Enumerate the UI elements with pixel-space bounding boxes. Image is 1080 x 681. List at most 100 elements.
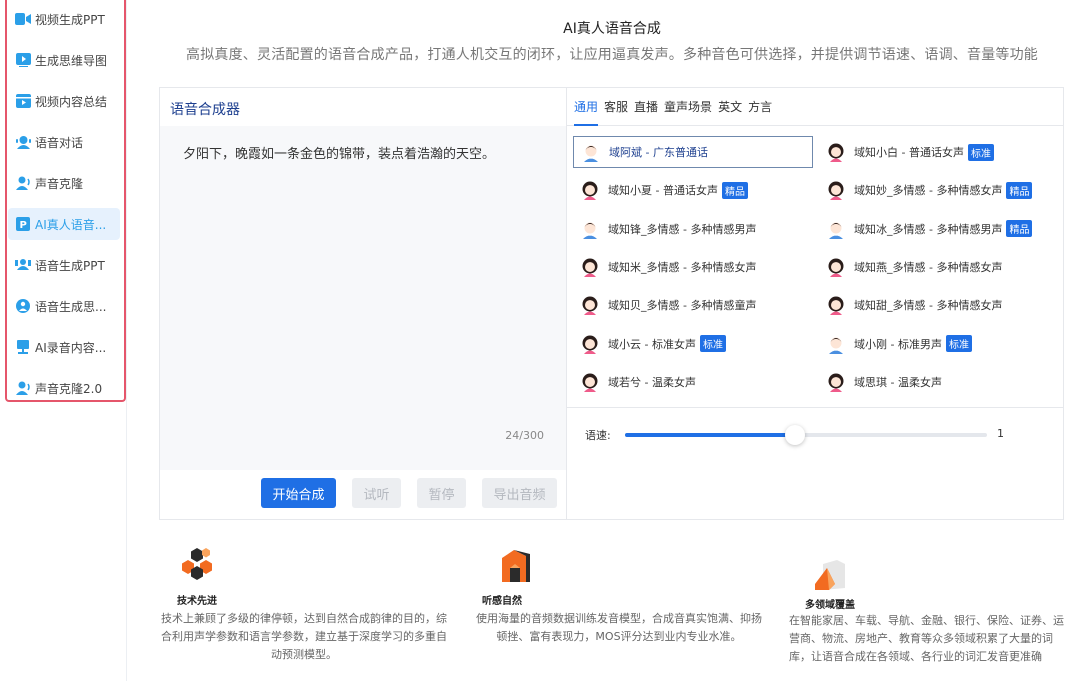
female-avatar-icon: [827, 372, 854, 392]
voice-name: 域若兮 - 温柔女声: [608, 375, 696, 389]
sidebar-item-voice-ppt[interactable]: 语音生成PPT: [8, 249, 120, 281]
voice-option[interactable]: 域知冰_多情感 - 多种情感男声 精品: [819, 213, 1059, 245]
speed-slider[interactable]: [625, 425, 987, 445]
feature-tech: 技术先进 技术上兼顾了多级的律停顿，达到自然合成韵律的目的，综合利用声学参数和语…: [159, 540, 449, 661]
voice-name: 域知小白 - 普通话女声: [854, 146, 964, 159]
voice-selector: 通用 客服 直播 童声场景 英文 方言 域阿斌 - 广东普通话 域知小白 - 普通…: [567, 88, 1063, 519]
speed-value: 1: [997, 427, 1004, 440]
sidebar-item-voice-clone[interactable]: 声音克隆: [8, 167, 120, 199]
voice-option[interactable]: 域若兮 - 温柔女声: [573, 366, 813, 398]
male-avatar-icon: [582, 142, 609, 162]
male-avatar-icon: [827, 334, 854, 354]
voice-option[interactable]: 域知小夏 - 普通话女声 精品: [573, 174, 813, 206]
female-avatar-icon: [827, 180, 854, 201]
voice-option[interactable]: 域小刚 - 标准男声 标准: [819, 328, 1059, 360]
start-synthesis-button[interactable]: 开始合成: [261, 478, 336, 508]
voice-ppt-icon: [15, 257, 31, 273]
female-avatar-icon: [581, 257, 608, 277]
sidebar: 视频生成PPT 生成思维导图 视频内容总结 语音对话 声音克隆 P AI真人语音…: [0, 0, 127, 681]
sidebar-item-label: 语音对话: [35, 135, 84, 150]
house-block-icon: [500, 546, 532, 586]
input-text[interactable]: 夕阳下，晚霞如一条金色的锦带，装点着浩瀚的天空。: [183, 143, 495, 162]
char-counter: 24/300: [505, 429, 544, 442]
feature-title: 多领域覆盖: [805, 600, 855, 611]
synthesizer-panel: 语音合成器 夕阳下，晚霞如一条金色的锦带，装点着浩瀚的天空。 24/300 开始…: [159, 87, 1064, 520]
tab-live[interactable]: 直播: [634, 88, 658, 126]
sidebar-item-ai-voice[interactable]: P AI真人语音...: [8, 208, 120, 240]
voice-name: 域知甜_多情感 - 多种情感女声: [854, 299, 1003, 313]
voice-tier-badge: 精品: [721, 181, 748, 199]
speed-slider-handle[interactable]: [785, 425, 806, 445]
recording-icon: [15, 339, 31, 355]
sidebar-item-video-ppt[interactable]: 视频生成PPT: [8, 3, 120, 35]
sidebar-item-label: 视频内容总结: [35, 94, 108, 109]
female-avatar-icon: [827, 257, 854, 277]
tab-dialect[interactable]: 方言: [748, 88, 772, 126]
voice-clone-icon: [15, 380, 31, 396]
sidebar-item-voice-clone-2[interactable]: 声音克隆2.0: [8, 372, 120, 404]
female-avatar-icon: [581, 180, 608, 201]
sidebar-item-label: 声音克隆2.0: [35, 381, 103, 396]
female-avatar-icon: [827, 295, 854, 316]
cube-shape-icon: [813, 558, 847, 596]
voice-name: 域知小夏 - 普通话女声: [608, 184, 718, 198]
voice-tier-badge: 标准: [967, 143, 994, 161]
voice-tier-badge: 精品: [1006, 181, 1033, 199]
feature-natural: 听感自然 使用海量的音频数据训练发音模型，合成音真实饱满、抑扬顿挫、富有表现力，…: [474, 540, 764, 660]
voice-name: 域知妙_多情感 - 多种情感女声: [854, 184, 1003, 198]
tab-customer-service[interactable]: 客服: [604, 88, 628, 126]
feature-title: 技术先进: [177, 596, 217, 607]
export-audio-button[interactable]: 导出音频: [482, 478, 557, 508]
sidebar-item-voice-mindmap[interactable]: 语音生成思...: [8, 290, 120, 322]
voice-clone-icon: [15, 175, 31, 191]
voice-tier-badge: 标准: [945, 335, 972, 352]
feature-description: 技术上兼顾了多级的律停顿，达到自然合成韵律的目的，综合利用声学参数和语言学参数，…: [161, 612, 447, 661]
voice-name: 域知燕_多情感 - 多种情感女声: [854, 260, 1003, 274]
voice-option[interactable]: 域阿斌 - 广东普通话: [573, 136, 813, 168]
page-subtitle: 高拟真度、灵活配置的语音合成产品，打通人机交互的闭环，让应用逼真发声。多种音色可…: [186, 47, 1038, 63]
voice-name: 域小刚 - 标准男声: [854, 337, 942, 351]
play-screen-icon: [15, 52, 31, 68]
sidebar-item-label: AI录音内容...: [35, 340, 107, 355]
svg-text:P: P: [20, 220, 27, 231]
male-avatar-icon: [827, 219, 854, 239]
sidebar-item-ai-recording[interactable]: AI录音内容...: [8, 331, 120, 363]
sidebar-item-mindmap[interactable]: 生成思维导图: [8, 44, 120, 76]
sidebar-item-voice-chat[interactable]: 语音对话: [8, 126, 120, 158]
voice-name: 域知米_多情感 - 多种情感女声: [608, 260, 757, 274]
pause-button[interactable]: 暂停: [417, 478, 466, 508]
feature-description: 在智能家居、车载、导航、金融、银行、保险、证券、运营商、物流、房地产、教育等众多…: [789, 614, 1064, 663]
voice-option[interactable]: 域知燕_多情感 - 多种情感女声: [819, 251, 1059, 283]
sidebar-item-label: 视频生成PPT: [35, 12, 105, 27]
video-summary-icon: [15, 93, 31, 109]
voice-option[interactable]: 域知米_多情感 - 多种情感女声: [573, 251, 813, 283]
voice-tier-badge: 标准: [699, 335, 726, 352]
male-avatar-icon: [581, 219, 608, 239]
voice-option[interactable]: 域知甜_多情感 - 多种情感女声: [819, 289, 1059, 321]
voice-option[interactable]: 域思琪 - 温柔女声: [819, 366, 1059, 398]
text-input-area[interactable]: [160, 126, 566, 470]
voice-option[interactable]: 域小云 - 标准女声 标准: [573, 328, 813, 360]
voice-name: 域思琪 - 温柔女声: [854, 375, 942, 389]
speed-label: 语速:: [585, 429, 611, 442]
chat-person-icon: [15, 134, 31, 150]
listen-button[interactable]: 试听: [352, 478, 401, 508]
voice-mindmap-icon: [15, 298, 31, 314]
sidebar-item-label: 语音生成PPT: [35, 258, 105, 273]
hexagon-cluster-icon: [179, 546, 215, 586]
tab-general[interactable]: 通用: [574, 88, 599, 126]
feature-multi-domain: 多领域覆盖 在智能家居、车载、导航、金融、银行、保险、证券、运营商、物流、房地产…: [789, 552, 1067, 680]
feature-description: 使用海量的音频数据训练发音模型，合成音真实饱满、抑扬顿挫、富有表现力，MOS评分…: [476, 612, 762, 643]
sidebar-item-label: 声音克隆: [35, 176, 84, 191]
tab-children[interactable]: 童声场景: [664, 88, 712, 126]
sidebar-item-label: 语音生成思...: [35, 299, 107, 314]
voice-option[interactable]: 域知妙_多情感 - 多种情感女声 精品: [819, 174, 1059, 206]
sidebar-item-video-summary[interactable]: 视频内容总结: [8, 85, 120, 117]
page-title: AI真人语音合成: [563, 21, 661, 37]
voice-option[interactable]: 域知贝_多情感 - 多种情感童声: [573, 289, 813, 321]
video-camera-icon: [15, 11, 31, 27]
voice-option[interactable]: 域知小白 - 普通话女声 标准: [819, 136, 1059, 168]
speed-slider-fill: [625, 433, 796, 437]
tab-english[interactable]: 英文: [718, 88, 742, 126]
voice-option[interactable]: 域知锋_多情感 - 多种情感男声: [573, 213, 813, 245]
